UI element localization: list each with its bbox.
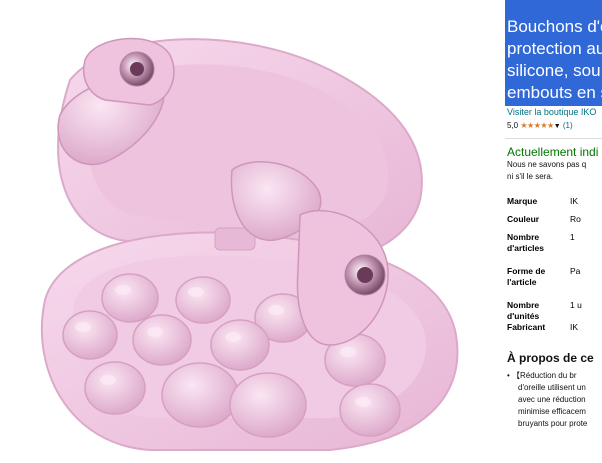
product-title-line: Bouchons d'o (507, 17, 602, 36)
spec-value: Ro (570, 214, 581, 224)
about-section-title: À propos de ce (507, 351, 594, 365)
rating-row[interactable]: 5,0 ★★★★★▼ (1) (505, 121, 602, 130)
product-image[interactable] (0, 0, 497, 458)
bullet-line: • 【Réduction du br (507, 371, 577, 380)
spec-value: 1 u (570, 300, 582, 310)
about-bullets: • 【Réduction du br d'oreille utilisent u… (505, 370, 602, 430)
spec-key: Fabricant (507, 322, 546, 332)
rating-count-link[interactable]: (1) (563, 121, 573, 130)
spec-value: 1 (570, 232, 575, 242)
spec-key: Forme de l'article (507, 266, 546, 287)
product-title-line: silicone, sou (507, 61, 601, 80)
spec-key: Nombre d'unités (507, 300, 540, 321)
bullet-line: minimise efficacem (518, 407, 586, 416)
chevron-down-icon[interactable]: ▼ (554, 123, 561, 130)
availability-note-line: ni s'il le sera. (507, 172, 553, 181)
availability-note-line: Nous ne savons pas q (507, 160, 587, 169)
product-title-line: protection au (507, 39, 602, 58)
bullet-line: d'oreille utilisent un (518, 383, 586, 392)
spec-value: IK (570, 196, 579, 206)
bullet-line: bruyants pour prote (518, 419, 588, 428)
spec-row: Nombre d'articles 1 (505, 232, 582, 266)
spec-key: Marque (507, 196, 538, 206)
store-link[interactable]: Visiter la boutique IKO (505, 107, 602, 117)
availability-note: Nous ne savons pas q ni s'il le sera. (505, 159, 602, 183)
spec-value: Pa (570, 266, 581, 276)
divider (505, 138, 602, 139)
rating-value: 5,0 (507, 121, 519, 130)
spec-key: Nombre d'articles (507, 232, 544, 253)
earplugs-product-photo (40, 37, 459, 451)
star-rating-icon[interactable]: ★★★★★ (520, 121, 554, 130)
spec-row: Marque IK (505, 196, 582, 214)
spec-row: Nombre d'unités 1 u (505, 300, 582, 322)
product-title-line: embouts en s (507, 83, 602, 102)
spec-key: Couleur (507, 214, 540, 224)
spec-row: Forme de l'article Pa (505, 266, 582, 300)
product-title: Bouchons d'o protection au silicone, sou… (505, 0, 602, 106)
availability-status: Actuellement indi (507, 145, 599, 159)
bullet-line: avec une réduction (518, 395, 586, 404)
spec-row: Couleur Ro (505, 214, 582, 232)
spec-row: Fabricant IK (505, 322, 582, 340)
spec-value: IK (570, 322, 579, 332)
product-specs-table: Marque IK Couleur Ro Nombre d'articles 1 Fo… (505, 196, 582, 340)
product-info-panel: Bouchons d'o protection au silicone, sou… (505, 0, 602, 458)
